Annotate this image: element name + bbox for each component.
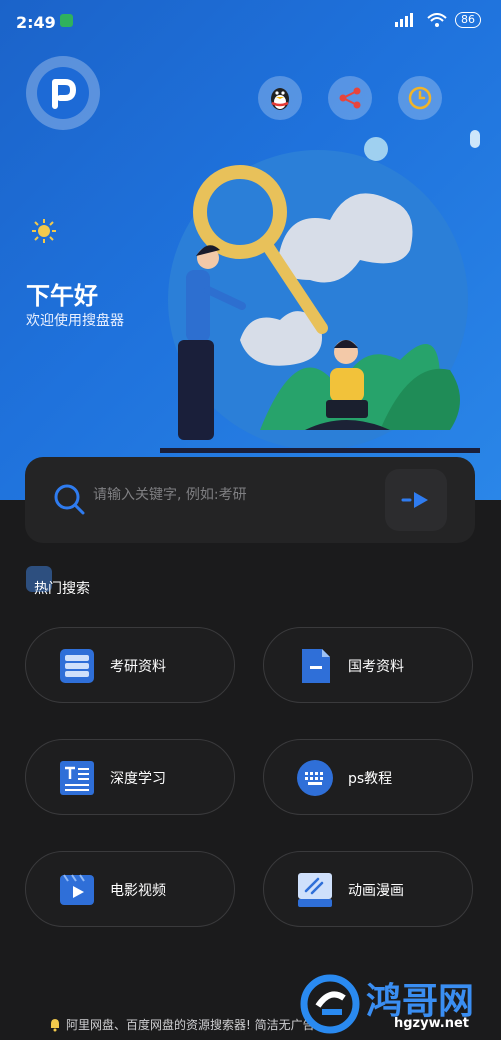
tile-label: 电影视频 xyxy=(110,883,166,899)
video-icon xyxy=(60,874,94,905)
arrow-right-icon xyxy=(401,492,428,508)
tile-deep-learning[interactable]: 深度学习 xyxy=(25,739,235,815)
watermark-url: hgzyw.net xyxy=(394,1016,470,1031)
tile-guokao[interactable]: 国考资料 xyxy=(263,627,473,703)
clock-icon xyxy=(408,86,432,110)
share-button[interactable] xyxy=(328,76,372,120)
wifi-icon xyxy=(427,13,447,27)
logo-p-icon xyxy=(52,79,76,109)
history-button[interactable] xyxy=(398,76,442,120)
penguin-icon xyxy=(271,88,289,110)
document-icon xyxy=(302,649,330,683)
search-bar xyxy=(25,457,475,543)
qq-button[interactable] xyxy=(258,76,302,120)
search-input[interactable] xyxy=(93,487,363,503)
search-icon xyxy=(54,484,85,515)
tile-label: ps教程 xyxy=(348,771,393,787)
app-logo xyxy=(26,56,100,130)
hero-illustration xyxy=(160,137,480,453)
tile-label: 动画漫画 xyxy=(348,883,404,899)
share-icon xyxy=(339,87,361,109)
notification-app-icon xyxy=(60,14,73,27)
hot-search-title: 热门搜索 xyxy=(34,581,90,597)
text-doc-icon xyxy=(60,761,94,795)
footer-text: 阿里网盘、百度网盘的资源搜索器! 简洁无广告 xyxy=(66,1018,315,1032)
greeting-title: 下午好 xyxy=(26,282,98,310)
hero-banner: 2:49 86 下午好 欢迎使用搜盘器 xyxy=(0,0,501,500)
status-bar: 2:49 86 xyxy=(0,0,501,44)
tile-label: 国考资料 xyxy=(348,659,404,675)
tile-label: 深度学习 xyxy=(110,771,166,787)
search-submit-button[interactable] xyxy=(385,469,447,531)
sun-icon xyxy=(32,219,56,243)
tile-anime[interactable]: 动画漫画 xyxy=(263,851,473,927)
tile-ps[interactable]: ps教程 xyxy=(263,739,473,815)
database-icon xyxy=(60,649,94,683)
decor-dot xyxy=(470,130,480,148)
tile-kaoyan[interactable]: 考研资料 xyxy=(25,627,235,703)
footer-note: 阿里网盘、百度网盘的资源搜索器! 简洁无广告 xyxy=(48,1016,315,1033)
signal-icon xyxy=(395,13,413,27)
status-time: 2:49 xyxy=(16,13,56,32)
keyboard-icon xyxy=(297,760,333,796)
watermark: 鸿哥网 hgzyw.net xyxy=(298,970,498,1038)
tile-movies[interactable]: 电影视频 xyxy=(25,851,235,927)
bell-icon xyxy=(51,1018,59,1031)
status-icons: 86 xyxy=(395,12,481,28)
greeting-subtitle: 欢迎使用搜盘器 xyxy=(26,313,124,329)
battery-indicator: 86 xyxy=(455,12,481,28)
drawing-icon xyxy=(298,873,332,907)
watermark-logo-icon xyxy=(300,974,360,1034)
tile-label: 考研资料 xyxy=(110,659,166,675)
